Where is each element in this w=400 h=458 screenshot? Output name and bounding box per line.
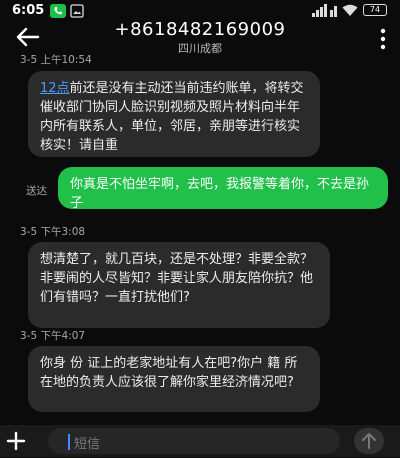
incoming-message[interactable]: 12点前还是没有主动还当前违约账单，将转交催收部门协同人脸识别视频及照片材料向半… xyxy=(28,71,320,157)
more-options-icon[interactable] xyxy=(380,28,386,50)
message-text: 前还是没有主动还当前违约账单，将转交催收部门协同人脸识别视频及照片材料向半年内所… xyxy=(40,81,304,153)
message-link[interactable]: 12点 xyxy=(40,81,70,96)
message-text: 你身 份 证上的老家地址有人在吧?你户 籍 所在地的负责人应该很了解你家里经济情… xyxy=(40,356,298,390)
message-timestamp: 3-5 下午4:07 xyxy=(20,330,86,342)
message-input-placeholder: 短信 xyxy=(74,437,101,452)
image-icon xyxy=(70,4,84,18)
send-button[interactable] xyxy=(354,428,384,454)
send-arrow-icon xyxy=(362,433,376,449)
message-timestamp: 3-5 下午3:08 xyxy=(20,226,86,238)
delivery-status: 送达 xyxy=(26,185,47,197)
signal-icon-2 xyxy=(330,6,337,17)
compose-bar: 短信 xyxy=(0,425,400,457)
signal-icon xyxy=(312,4,327,17)
message-text: 想清楚了，就几百块，还是不处理？非要全款？非要闹的人尽皆知？非要让家人朋友陪你抗… xyxy=(40,252,314,305)
status-time: 6:05 xyxy=(12,3,45,18)
battery-indicator: 74 xyxy=(363,4,387,16)
incoming-message[interactable]: 你身 份 证上的老家地址有人在吧?你户 籍 所在地的负责人应该很了解你家里经济情… xyxy=(28,346,320,412)
add-attachment-icon[interactable] xyxy=(4,429,28,453)
call-icon xyxy=(50,4,66,18)
message-timestamp: 3-5 上午10:54 xyxy=(20,54,92,66)
outgoing-message[interactable]: 你真是不怕坐牢啊，去吧，我报警等着你，不去是孙子 xyxy=(58,167,388,211)
message-text: 你真是不怕坐牢啊，去吧，我报警等着你，不去是孙子 xyxy=(70,177,370,211)
incoming-message[interactable]: 想清楚了，就几百块，还是不处理？非要全款？非要闹的人尽皆知？非要让家人朋友陪你抗… xyxy=(28,242,330,328)
text-cursor xyxy=(68,434,70,450)
wifi-icon xyxy=(342,4,358,16)
contact-phone-number: +8618482169009 xyxy=(114,19,286,40)
conversation-header: +8618482169009 四川成都 xyxy=(0,19,400,55)
